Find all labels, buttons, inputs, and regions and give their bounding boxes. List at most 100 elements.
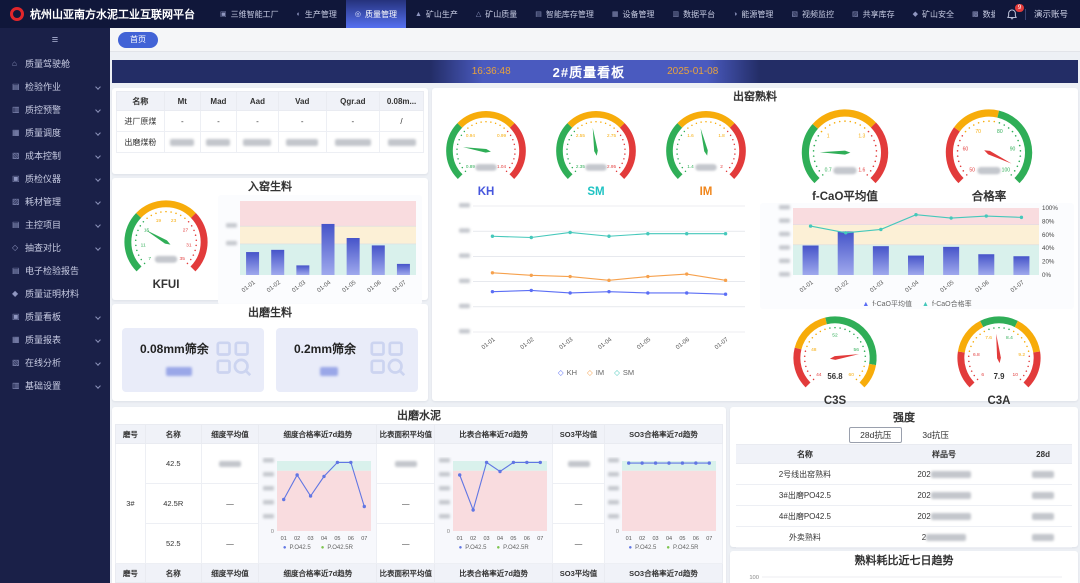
- gauge-label: 合格率: [971, 191, 1007, 203]
- svg-text:1.04: 1.04: [497, 164, 506, 169]
- sidebar-item-board[interactable]: ▣ 质量看板: [0, 305, 110, 328]
- dashboard-icon: ⌂: [12, 59, 17, 68]
- value-cell: [200, 443, 260, 484]
- chart-legend: ● P.O42.5 ● P.O42.5R: [628, 545, 698, 551]
- toggle-3d[interactable]: 3d抗压: [912, 428, 958, 442]
- consumables-icon: ▨: [12, 197, 20, 206]
- sidebar-item-dispatch[interactable]: ▦ 质量调度: [0, 121, 110, 144]
- strength-panel: 强度 28d抗压 3d抗压 名称 样品号 28d 2号线出窑熟料 202 3#出磨PO42…: [730, 407, 1078, 548]
- value-cell: [1014, 484, 1072, 506]
- svg-text:1.6: 1.6: [687, 133, 694, 138]
- topnav-item-label: 三维智能工厂: [230, 9, 279, 19]
- topnav-item-shared-inventory[interactable]: ▨ 共享库存: [843, 0, 904, 28]
- sidebar-item-label: 抽查对比: [25, 243, 62, 253]
- sidebar-item-inspection[interactable]: ▤ 检验作业: [0, 75, 110, 98]
- row-name-cell: 出磨煤粉: [116, 131, 165, 153]
- name-cell: 42.5R: [144, 483, 202, 524]
- legend-marker-icon: ●: [458, 544, 463, 551]
- svg-text:1: 1: [827, 134, 830, 140]
- sidebar-item-label: 质量证明材料: [25, 289, 80, 299]
- topnav-item-production[interactable]: ◐ 生产管理: [288, 0, 346, 28]
- section-title-mill-meal: 出磨生料: [248, 307, 292, 319]
- sidebar-item-certificate[interactable]: ◆ 质量证明材料: [0, 282, 110, 305]
- svg-text:8.4: 8.4: [1006, 335, 1013, 341]
- statements-icon: ▦: [12, 335, 20, 344]
- legend-item: ▲ f-CaO平均值: [862, 299, 912, 309]
- sidebar-item-dashboard[interactable]: ⌂ 质量驾驶舱: [0, 52, 110, 75]
- col-header: Vad: [277, 91, 327, 111]
- sidebar-item-label: 主控项目: [25, 220, 62, 230]
- value-cell: —: [376, 483, 436, 524]
- gauge-label: C3S: [823, 395, 847, 407]
- sidebar-item-alert[interactable]: ▥ 质控预警: [0, 98, 110, 121]
- legend-label: f-CaO合格率: [931, 301, 972, 308]
- sidebar-item-settings[interactable]: ▥ 基础设置: [0, 374, 110, 397]
- app-root: 杭州山亚南方水泥工业互联网平台 ▣ 三维智能工厂 ◐ 生产管理 ◎ 质量管理 ▲ 矿山生产 △ 矿…: [0, 0, 1080, 583]
- table-row: 3# 42.5 01 02 03 04 05 06 07 0 ● P.O42.5 ● P.O42.5R 01…: [115, 443, 724, 564]
- topnav: ▣ 三维智能工厂 ◐ 生产管理 ◎ 质量管理 ▲ 矿山生产 △ 矿山质量 ▤ 智能库存管理 ▦ 设备管理 ▥…: [211, 0, 995, 28]
- topnav-item-video-monitor[interactable]: ▧ 视频监控: [782, 0, 843, 28]
- svg-text:2.95: 2.95: [607, 164, 616, 169]
- topnav-item-smart-inventory[interactable]: ▤ 智能库存管理: [526, 0, 603, 28]
- topnav-item-energy[interactable]: ◑ 能源管理: [724, 0, 782, 28]
- notification-bell-icon[interactable]: 9: [1007, 3, 1024, 20]
- svg-text:56.8: 56.8: [827, 372, 843, 381]
- topnav-item-mine-quality[interactable]: △ 矿山质量: [467, 0, 526, 28]
- svg-text:02: 02: [470, 536, 476, 542]
- row-name-cell: 进厂原煤: [116, 110, 165, 132]
- raw-meal-bar-chart-holder: 01-01 01-02 01-03 01-04 01-05 01-06 01-07: [218, 195, 422, 305]
- value-cell: [552, 443, 605, 484]
- brand-title: 杭州山亚南方水泥工业互联网平台: [30, 9, 195, 21]
- svg-text:1.4: 1.4: [687, 164, 694, 169]
- mine-production-icon: ▲: [414, 10, 422, 18]
- topnav-item-mine-production[interactable]: ▲ 矿山生产: [406, 0, 467, 28]
- sidebar-item-statements[interactable]: ▦ 质量报表: [0, 328, 110, 351]
- c3a-gauge: 6 6.8 7.6 8.4 9.2 10 7.9 C3A: [947, 311, 1051, 407]
- topnav-item-label: 矿山质量: [485, 9, 518, 19]
- legend-label: IM: [595, 368, 605, 377]
- svg-text:6: 6: [981, 372, 984, 378]
- sidebar-item-analysis[interactable]: ▧ 在线分析: [0, 351, 110, 374]
- inspection-icon: ▤: [12, 82, 20, 91]
- topnav-item-mine-safety[interactable]: ◆ 矿山安全: [904, 0, 963, 28]
- chevron-down-icon: [95, 106, 101, 113]
- topnav-item-smart-factory-3d[interactable]: ▣ 三维智能工厂: [211, 0, 288, 28]
- sidebar-item-compare[interactable]: ◇ 抽查对比: [0, 236, 110, 259]
- kh-gauge: 0.89 0.94 0.99 1.04 KH: [436, 106, 536, 198]
- 合格率-dial: 50 60 70 80 90 100: [945, 109, 1033, 184]
- svg-text:100: 100: [1002, 167, 1011, 173]
- legend-label: KH: [566, 368, 578, 377]
- redacted-value: [1032, 512, 1055, 520]
- legend-marker-icon: ◇: [557, 368, 564, 377]
- legend-label: P.O42.5R: [672, 544, 699, 551]
- sidebar-item-report[interactable]: ▤ 电子检验报告: [0, 259, 110, 282]
- svg-text:05: 05: [680, 536, 686, 542]
- legend-marker-icon: ▲: [922, 301, 929, 308]
- sidebar-item-instrument[interactable]: ▣ 质检仪器: [0, 167, 110, 190]
- sidebar-collapse-button[interactable]: ≡: [0, 28, 110, 52]
- topnav-item-data-collection[interactable]: ▩数据采集: [963, 0, 995, 28]
- tab-home[interactable]: 首页: [118, 31, 158, 48]
- raw-meal-row: 7 11 15 19 23 27 31 35 KFUI 01-01 01-02 01-03 01-04…: [112, 195, 428, 305]
- sidebar-item-cost[interactable]: ▧ 成本控制: [0, 144, 110, 167]
- toggle-28d[interactable]: 28d抗压: [849, 427, 903, 443]
- col-header: 细度合格率近7d趋势: [258, 563, 378, 583]
- sample-cell: 2: [873, 526, 1015, 548]
- name-cell: 4#出磨PO42.5: [736, 505, 874, 527]
- chevron-down-icon: [95, 313, 101, 320]
- account-name[interactable]: 演示账号: [1034, 8, 1068, 20]
- topnav-item-data-platform[interactable]: ▥ 数据平台: [664, 0, 725, 28]
- name-cell: 3#出磨PO42.5: [736, 484, 874, 506]
- svg-text:1.6: 1.6: [858, 167, 865, 173]
- clinker-gauges-row: 0.89 0.94 0.99 1.04 KH 2.35 2.55 2.75 2.95 SM 1.…: [436, 106, 756, 198]
- kiln-feed-panel: 入窑生料 7 11 15 19 23 27 31 35 KFUI 01-01 01-02 01-03…: [112, 178, 428, 305]
- topnav-item-equipment[interactable]: ▦ 设备管理: [603, 0, 664, 28]
- svg-text:01-02: 01-02: [834, 279, 850, 294]
- clinker-ratio-panel: 熟料耗比近七日趋势 10080: [730, 551, 1078, 583]
- topnav-item-quality[interactable]: ◎ 质量管理: [345, 0, 406, 28]
- svg-text:01-03: 01-03: [559, 336, 575, 351]
- table-row: 外卖熟料 2: [736, 526, 1072, 548]
- sidebar-item-consumables[interactable]: ▨ 耗材管理: [0, 190, 110, 213]
- sidebar-item-projects[interactable]: ▤ 主控项目: [0, 213, 110, 236]
- sidebar-item-label: 电子检验报告: [25, 266, 80, 276]
